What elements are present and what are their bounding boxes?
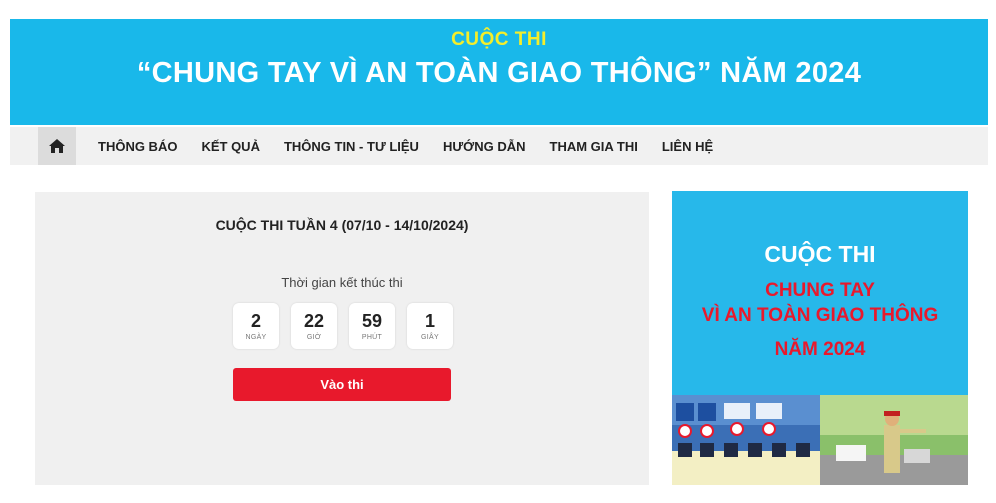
countdown-days-value: 2 [250,311,261,331]
countdown: 2 NGÀY 22 GIỜ 59 PHÚT 1 GIÂY [233,303,453,349]
countdown-minutes-value: 59 [361,311,383,331]
poster-line-1: CUỘC THI [764,241,876,267]
site-banner: CUỘC THI “CHUNG TAY VÌ AN TOÀN GIAO THÔN… [10,19,988,125]
nav-item-thong-bao[interactable]: THÔNG BÁO [86,139,189,154]
countdown-days: 2 NGÀY [233,303,279,349]
contest-poster[interactable]: CUỘC THI CHUNG TAY VÌ AN TOÀN GIAO THÔNG… [672,191,968,485]
poster-line-4: NĂM 2024 [774,339,866,360]
nav-items: THÔNG BÁO KẾT QUẢ THÔNG TIN - TƯ LIỆU HƯ… [86,127,725,165]
poster-photo-image [672,395,968,485]
countdown-hours-unit: GIỜ [306,334,322,341]
countdown-minutes-unit: PHÚT [361,334,383,341]
contest-panel: CUỘC THI TUẦN 4 (07/10 - 14/10/2024) Thờ… [35,192,649,485]
nav-home-button[interactable] [38,127,76,165]
home-icon [49,139,65,153]
countdown-seconds: 1 GIÂY [407,303,453,349]
countdown-seconds-unit: GIÂY [421,334,439,341]
nav-item-thong-tin-tu-lieu[interactable]: THÔNG TIN - TƯ LIỆU [272,139,431,154]
main-nav: THÔNG BÁO KẾT QUẢ THÔNG TIN - TƯ LIỆU HƯ… [10,127,988,165]
nav-item-ket-qua[interactable]: KẾT QUẢ [189,139,272,154]
countdown-days-unit: NGÀY [245,334,267,341]
countdown-hours-value: 22 [303,311,325,331]
enter-contest-button[interactable]: Vào thi [233,368,451,401]
countdown-hours: 22 GIỜ [291,303,337,349]
countdown-minutes: 59 PHÚT [349,303,395,349]
poster-line-3: VÌ AN TOÀN GIAO THÔNG [701,305,939,326]
banner-subtitle: CUỘC THI [451,29,547,50]
nav-item-huong-dan[interactable]: HƯỚNG DẪN [431,139,538,154]
banner-title: “CHUNG TAY VÌ AN TOÀN GIAO THÔNG” NĂM 20… [136,57,862,89]
nav-item-lien-he[interactable]: LIÊN HỆ [650,139,725,154]
contest-title: CUỘC THI TUẦN 4 (07/10 - 14/10/2024) [215,217,469,233]
poster-line-2: CHUNG TAY [765,280,875,301]
timer-label: Thời gian kết thúc thi [281,275,403,290]
nav-item-tham-gia-thi[interactable]: THAM GIA THI [538,139,650,154]
countdown-seconds-value: 1 [424,311,435,331]
